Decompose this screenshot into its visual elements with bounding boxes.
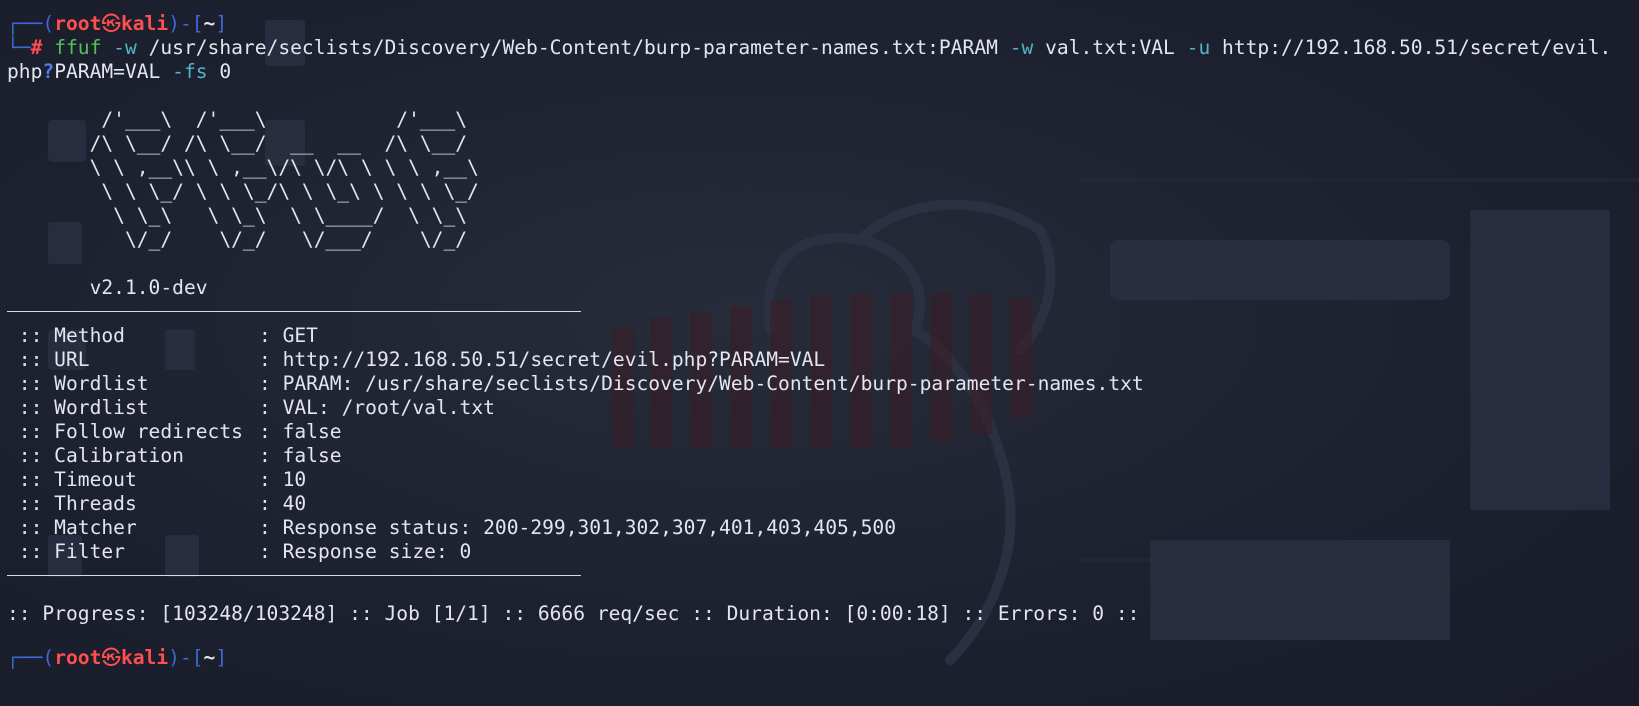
prompt-header: ┌──(root㉿kali)-[~] bbox=[7, 12, 1639, 36]
prompt-close: ] bbox=[215, 12, 228, 35]
command-url: php bbox=[7, 60, 43, 83]
config-key: :: Wordlist bbox=[7, 372, 149, 395]
config-value: : Response status: 200-299,301,302,307,4… bbox=[259, 516, 897, 539]
config-row: :: URL : http://192.168.50.51/secret/evil… bbox=[7, 348, 1639, 372]
progress-status: :: Progress: [103248/103248] :: Job [1/1… bbox=[7, 602, 1140, 625]
config-key: :: Timeout bbox=[7, 468, 137, 491]
prompt-host: kali bbox=[120, 12, 169, 35]
terminal-output: ┌──(root㉿kali)-[~] └─# ffuf -w /usr/shar… bbox=[7, 12, 1639, 670]
command-arg: val.txt:VAL bbox=[1045, 36, 1175, 59]
terminal-window[interactable]: ┌──(root㉿kali)-[~] └─# ffuf -w /usr/shar… bbox=[0, 0, 1639, 706]
banner-line: \ \ \_/ \ \ \_/\ \ \_\ \ \ \ \_/ bbox=[7, 180, 479, 203]
config-row: :: Wordlist : VAL: /root/val.txt bbox=[7, 396, 1639, 420]
command-url: PARAM=VAL bbox=[54, 60, 161, 83]
ffuf-ascii-banner: /'___\ /'___\ /'___\ /\ \__/ /\ \__/ __ … bbox=[7, 108, 1639, 252]
ffuf-config: :: Method : GET :: URL : http://192.168.50… bbox=[7, 324, 1639, 564]
command-arg: 0 bbox=[219, 60, 232, 83]
prompt-at-icon: ㉿ bbox=[101, 12, 121, 35]
command-flag: -w bbox=[113, 36, 137, 59]
config-key: :: Wordlist bbox=[7, 396, 149, 419]
config-key: :: URL bbox=[7, 348, 90, 371]
config-value: : Response size: 0 bbox=[259, 540, 472, 563]
prompt-hash: # bbox=[30, 36, 43, 59]
config-key: :: Method bbox=[7, 324, 125, 347]
config-row: :: Wordlist : PARAM: /usr/share/seclists/… bbox=[7, 372, 1639, 396]
divider bbox=[7, 311, 581, 312]
config-key: :: Calibration bbox=[7, 444, 184, 467]
command-line-wrap[interactable]: php?PARAM=VAL -fs 0 bbox=[7, 60, 1639, 84]
config-row: :: Calibration : false bbox=[7, 444, 1639, 468]
config-value: : http://192.168.50.51/secret/evil.php?P… bbox=[259, 348, 826, 371]
banner-line: \ \_\ \ \_\ \ \____/ \ \_\ bbox=[7, 204, 468, 227]
command-line[interactable]: └─# ffuf -w /usr/share/seclists/Discover… bbox=[7, 36, 1639, 60]
banner-line: \ \ ,__\\ \ ,__\/\ \/\ \ \ \ ,__\ bbox=[7, 156, 479, 179]
config-key: :: Threads bbox=[7, 492, 137, 515]
config-row: :: Filter : Response size: 0 bbox=[7, 540, 1639, 564]
config-value: : VAL: /root/val.txt bbox=[259, 396, 495, 419]
prompt-separator: )-[ bbox=[168, 12, 204, 35]
prompt-cwd: ~ bbox=[203, 646, 216, 669]
prompt-separator: )-[ bbox=[168, 646, 204, 669]
command-url: http://192.168.50.51/secret/evil. bbox=[1222, 36, 1612, 59]
command-flag: -w bbox=[1009, 36, 1034, 59]
command-flag: -fs bbox=[172, 60, 208, 83]
config-key: :: Filter bbox=[7, 540, 125, 563]
prompt-user: root bbox=[54, 12, 102, 35]
config-value: : PARAM: /usr/share/seclists/Discovery/W… bbox=[259, 372, 1144, 395]
config-key: :: Follow redirects bbox=[7, 420, 243, 443]
prompt-corner-bottom: └─ bbox=[7, 36, 31, 59]
config-row: :: Threads : 40 bbox=[7, 492, 1639, 516]
command-program: ffuf bbox=[54, 36, 102, 59]
command-flag: -u bbox=[1186, 36, 1211, 59]
prompt-corner: ┌──( bbox=[7, 646, 55, 669]
prompt-at-icon: ㉿ bbox=[101, 646, 121, 669]
config-row: :: Matcher : Response status: 200-299,301… bbox=[7, 516, 1639, 540]
config-value: : false bbox=[259, 420, 342, 443]
command-arg: /usr/share/seclists/Discovery/Web-Conten… bbox=[148, 36, 998, 59]
command-url-question: ? bbox=[42, 60, 55, 83]
config-value: : false bbox=[259, 444, 342, 467]
prompt-close: ] bbox=[215, 646, 228, 669]
banner-line: \/_/ \/_/ \/___/ \/_/ bbox=[7, 228, 468, 251]
config-value: : 10 bbox=[259, 468, 307, 491]
config-value: : 40 bbox=[259, 492, 307, 515]
config-key: :: Matcher bbox=[7, 516, 137, 539]
config-row: :: Timeout : 10 bbox=[7, 468, 1639, 492]
prompt-header-next: ┌──(root㉿kali)-[~] bbox=[7, 646, 1639, 670]
prompt-cwd: ~ bbox=[203, 12, 216, 35]
config-value: : GET bbox=[259, 324, 318, 347]
divider bbox=[7, 575, 581, 576]
prompt-user: root bbox=[54, 646, 102, 669]
banner-line: /'___\ /'___\ /'___\ bbox=[7, 108, 468, 131]
banner-line: /\ \__/ /\ \__/ __ __ /\ \__/ bbox=[7, 132, 468, 155]
ffuf-version: v2.1.0-dev bbox=[7, 276, 208, 299]
prompt-corner: ┌──( bbox=[7, 12, 55, 35]
prompt-host: kali bbox=[120, 646, 169, 669]
config-row: :: Follow redirects : false bbox=[7, 420, 1639, 444]
config-row: :: Method : GET bbox=[7, 324, 1639, 348]
